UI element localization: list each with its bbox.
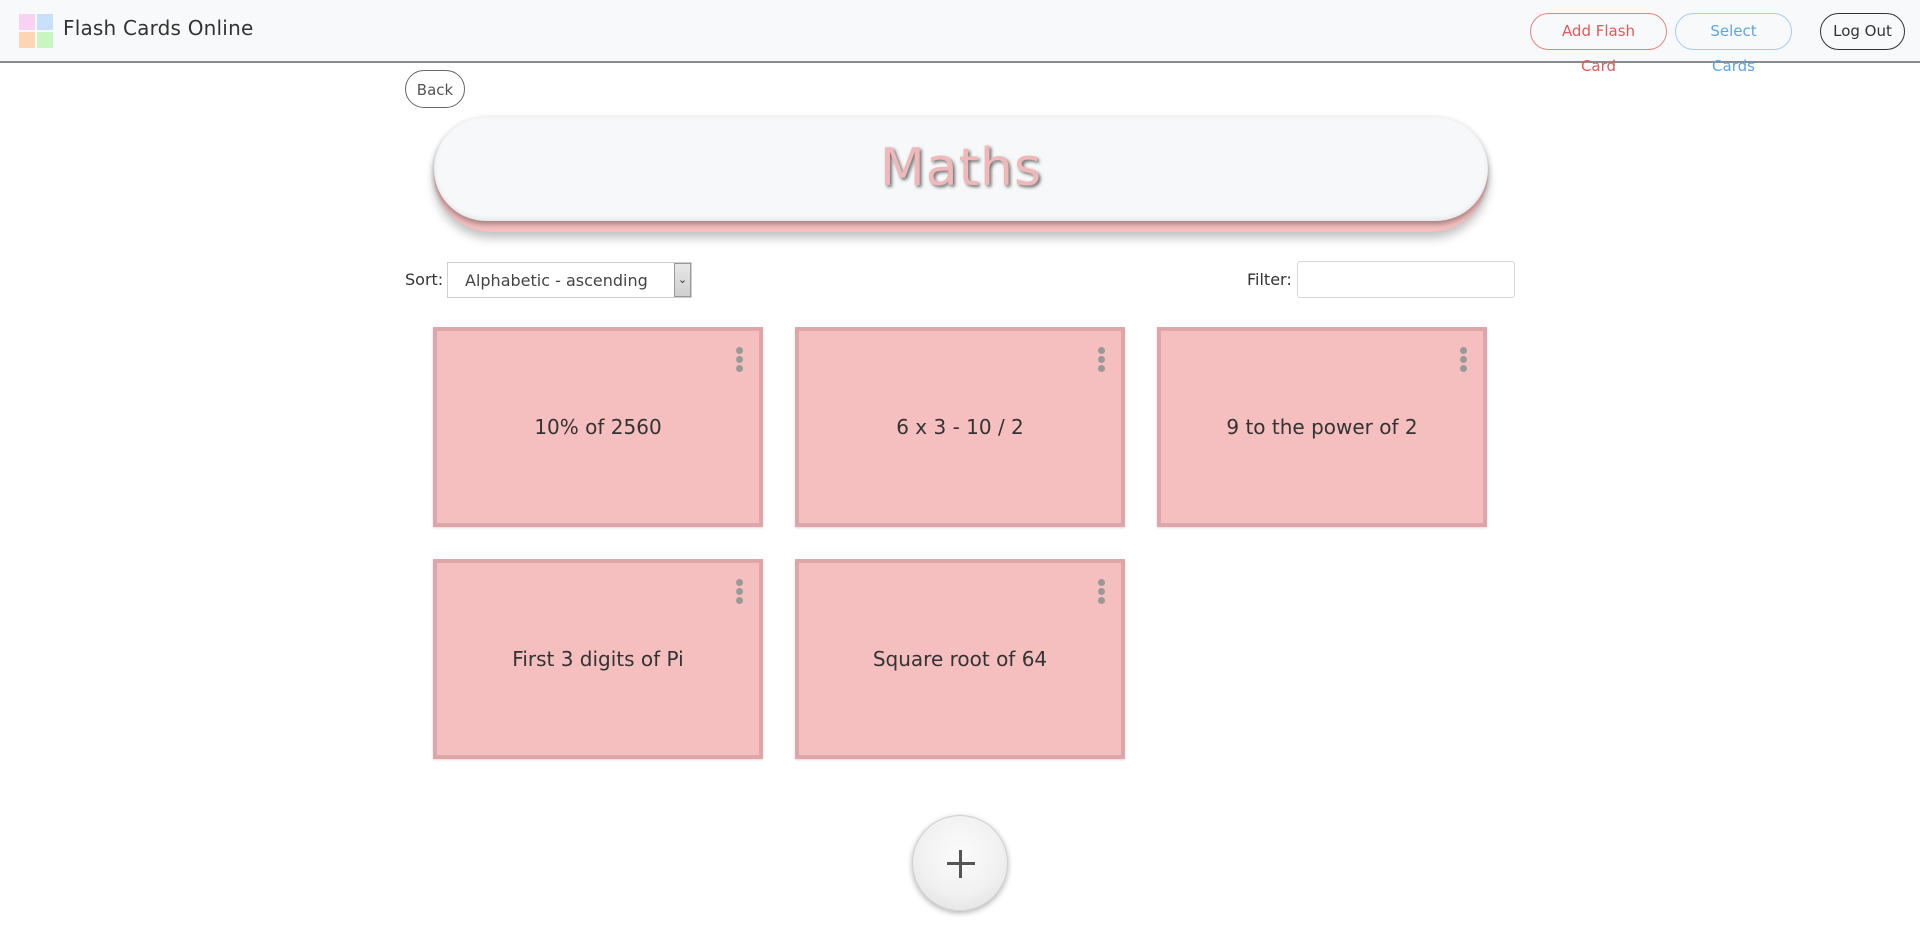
more-options-icon[interactable] <box>1457 347 1469 377</box>
more-options-icon[interactable] <box>1095 347 1107 377</box>
flash-card[interactable]: Square root of 64 <box>795 559 1125 759</box>
more-options-icon[interactable] <box>1095 579 1107 609</box>
more-options-icon[interactable] <box>733 579 745 609</box>
filter-input[interactable] <box>1297 261 1515 298</box>
flash-card[interactable]: First 3 digits of Pi <box>433 559 763 759</box>
add-card-button[interactable] <box>912 815 1008 911</box>
flash-card[interactable]: 6 x 3 - 10 / 2 <box>795 327 1125 527</box>
select-cards-button[interactable]: Select Cards <box>1675 13 1792 75</box>
deck-title-pill: Maths <box>434 117 1488 221</box>
add-flash-card-button[interactable]: Add Flash Card <box>1530 13 1667 75</box>
log-out-button[interactable]: Log Out <box>1820 13 1905 50</box>
deck-title-banner: Maths <box>434 117 1488 232</box>
flash-card[interactable]: 10% of 2560 <box>433 327 763 527</box>
flash-card-text: 9 to the power of 2 <box>1226 415 1418 439</box>
flash-card[interactable]: 9 to the power of 2 <box>1157 327 1487 527</box>
filter-label: Filter: <box>1247 270 1292 289</box>
sort-label: Sort: <box>405 270 444 289</box>
app-logo-icon[interactable] <box>19 14 54 49</box>
flash-card-text: 6 x 3 - 10 / 2 <box>896 415 1024 439</box>
flash-card-text: Square root of 64 <box>872 647 1048 671</box>
sort-select[interactable]: Alphabetic - ascending ⌄ <box>447 262 692 298</box>
more-options-icon[interactable] <box>733 347 745 377</box>
navbar: Flash Cards Online Add Flash Card Select… <box>0 0 1920 75</box>
chevron-down-icon[interactable]: ⌄ <box>674 263 691 297</box>
flash-card-text: First 3 digits of Pi <box>512 647 684 671</box>
app-brand-title[interactable]: Flash Cards Online <box>63 16 253 40</box>
flash-card-text: 10% of 2560 <box>534 415 662 439</box>
deck-title: Maths <box>879 138 1043 198</box>
sort-selected-value: Alphabetic - ascending <box>465 271 648 290</box>
back-button[interactable]: Back <box>405 70 465 108</box>
